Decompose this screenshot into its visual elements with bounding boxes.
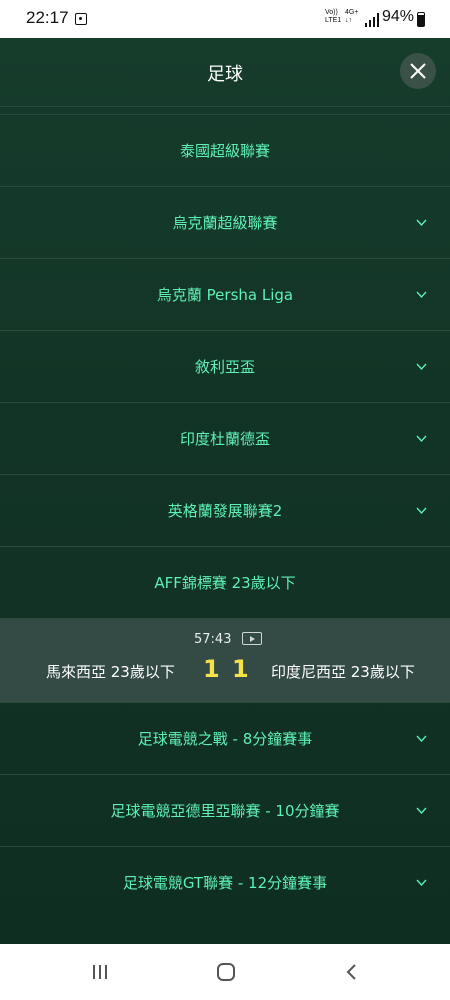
recent-apps-button[interactable] — [70, 944, 130, 1000]
competition-item-4[interactable]: 印度杜蘭德盃 — [0, 402, 450, 474]
chevron-down-icon — [416, 291, 427, 299]
chevron-down-icon — [416, 735, 427, 743]
home-score: 1 — [203, 655, 220, 683]
competition-label: 足球電競GT聯賽 - 12分鐘賽事 — [122, 874, 328, 892]
system-nav-bar — [0, 944, 450, 1000]
competition-label: AFF錦標賽 23歲以下 — [154, 574, 296, 592]
competition-label: 足球電競之戰 - 8分鐘賽事 — [137, 730, 313, 748]
volte-indicator: Vo)) LTE1 — [325, 9, 342, 24]
away-team: 印度尼西亞 23歲以下 — [271, 663, 415, 681]
home-icon — [217, 963, 235, 981]
network-type-indicator: 4G+ ↓↑ — [345, 9, 359, 24]
competition-item-9[interactable]: 足球電競GT聯賽 - 12分鐘賽事 — [0, 846, 450, 918]
competition-item-2[interactable]: 烏克蘭 Persha Liga — [0, 258, 450, 330]
competition-item-0[interactable]: 泰國超級聯賽 — [0, 114, 450, 186]
battery-percent: 94% — [382, 8, 415, 25]
close-icon — [410, 63, 426, 79]
chevron-down-icon — [416, 507, 427, 515]
close-button[interactable] — [400, 53, 436, 89]
competition-label: 烏克蘭超級聯賽 — [172, 214, 278, 232]
competition-list: 泰國超級聯賽 烏克蘭超級聯賽 烏克蘭 Persha Liga 敘利亞盃 印度杜蘭… — [0, 114, 450, 918]
competition-item-7[interactable]: 足球電競之戰 - 8分鐘賽事 — [0, 702, 450, 774]
competition-item-3[interactable]: 敘利亞盃 — [0, 330, 450, 402]
competition-item-6[interactable]: AFF錦標賽 23歲以下 — [0, 546, 450, 618]
app-notification-icon — [75, 13, 87, 25]
competition-item-5[interactable]: 英格蘭發展聯賽2 — [0, 474, 450, 546]
competition-item-1[interactable]: 烏克蘭超級聯賽 — [0, 186, 450, 258]
competition-label: 烏克蘭 Persha Liga — [156, 286, 294, 304]
chevron-down-icon — [416, 807, 427, 815]
competition-label: 英格蘭發展聯賽2 — [167, 502, 283, 520]
menu-header: 足球 — [0, 38, 450, 106]
page-title: 足球 — [207, 64, 243, 85]
status-bar: 22:17 Vo)) LTE1 4G+ ↓↑ 94% — [0, 0, 450, 38]
competition-item-8[interactable]: 足球電競亞德里亞聯賽 - 10分鐘賽 — [0, 774, 450, 846]
chevron-down-icon — [416, 435, 427, 443]
match-clock: 57:43 — [194, 632, 232, 647]
chevron-down-icon — [416, 879, 427, 887]
battery-icon — [417, 12, 425, 27]
recent-apps-icon — [93, 965, 107, 979]
competition-label: 印度杜蘭德盃 — [179, 430, 270, 448]
chevron-down-icon — [416, 219, 427, 227]
competition-label: 敘利亞盃 — [194, 358, 255, 376]
chevron-down-icon — [416, 363, 427, 371]
competition-label: 泰國超級聯賽 — [179, 142, 270, 160]
competition-label: 足球電競亞德里亞聯賽 - 10分鐘賽 — [110, 802, 340, 820]
live-match-row[interactable]: 57:43 馬來西亞 23歲以下 1 1 印度尼西亞 23歲以下 — [0, 618, 450, 702]
home-button[interactable] — [196, 944, 256, 1000]
header-divider — [0, 106, 450, 107]
sports-menu: 足球 泰國超級聯賽 烏克蘭超級聯賽 烏克蘭 Persha Liga 敘利亞盃 印… — [0, 38, 450, 944]
away-score: 1 — [232, 655, 249, 683]
live-stream-icon[interactable] — [242, 632, 262, 645]
back-button[interactable] — [322, 944, 382, 1000]
signal-icon — [365, 13, 379, 27]
back-icon — [346, 964, 356, 980]
home-team: 馬來西亞 23歲以下 — [46, 663, 175, 681]
status-time: 22:17 — [26, 8, 69, 27]
